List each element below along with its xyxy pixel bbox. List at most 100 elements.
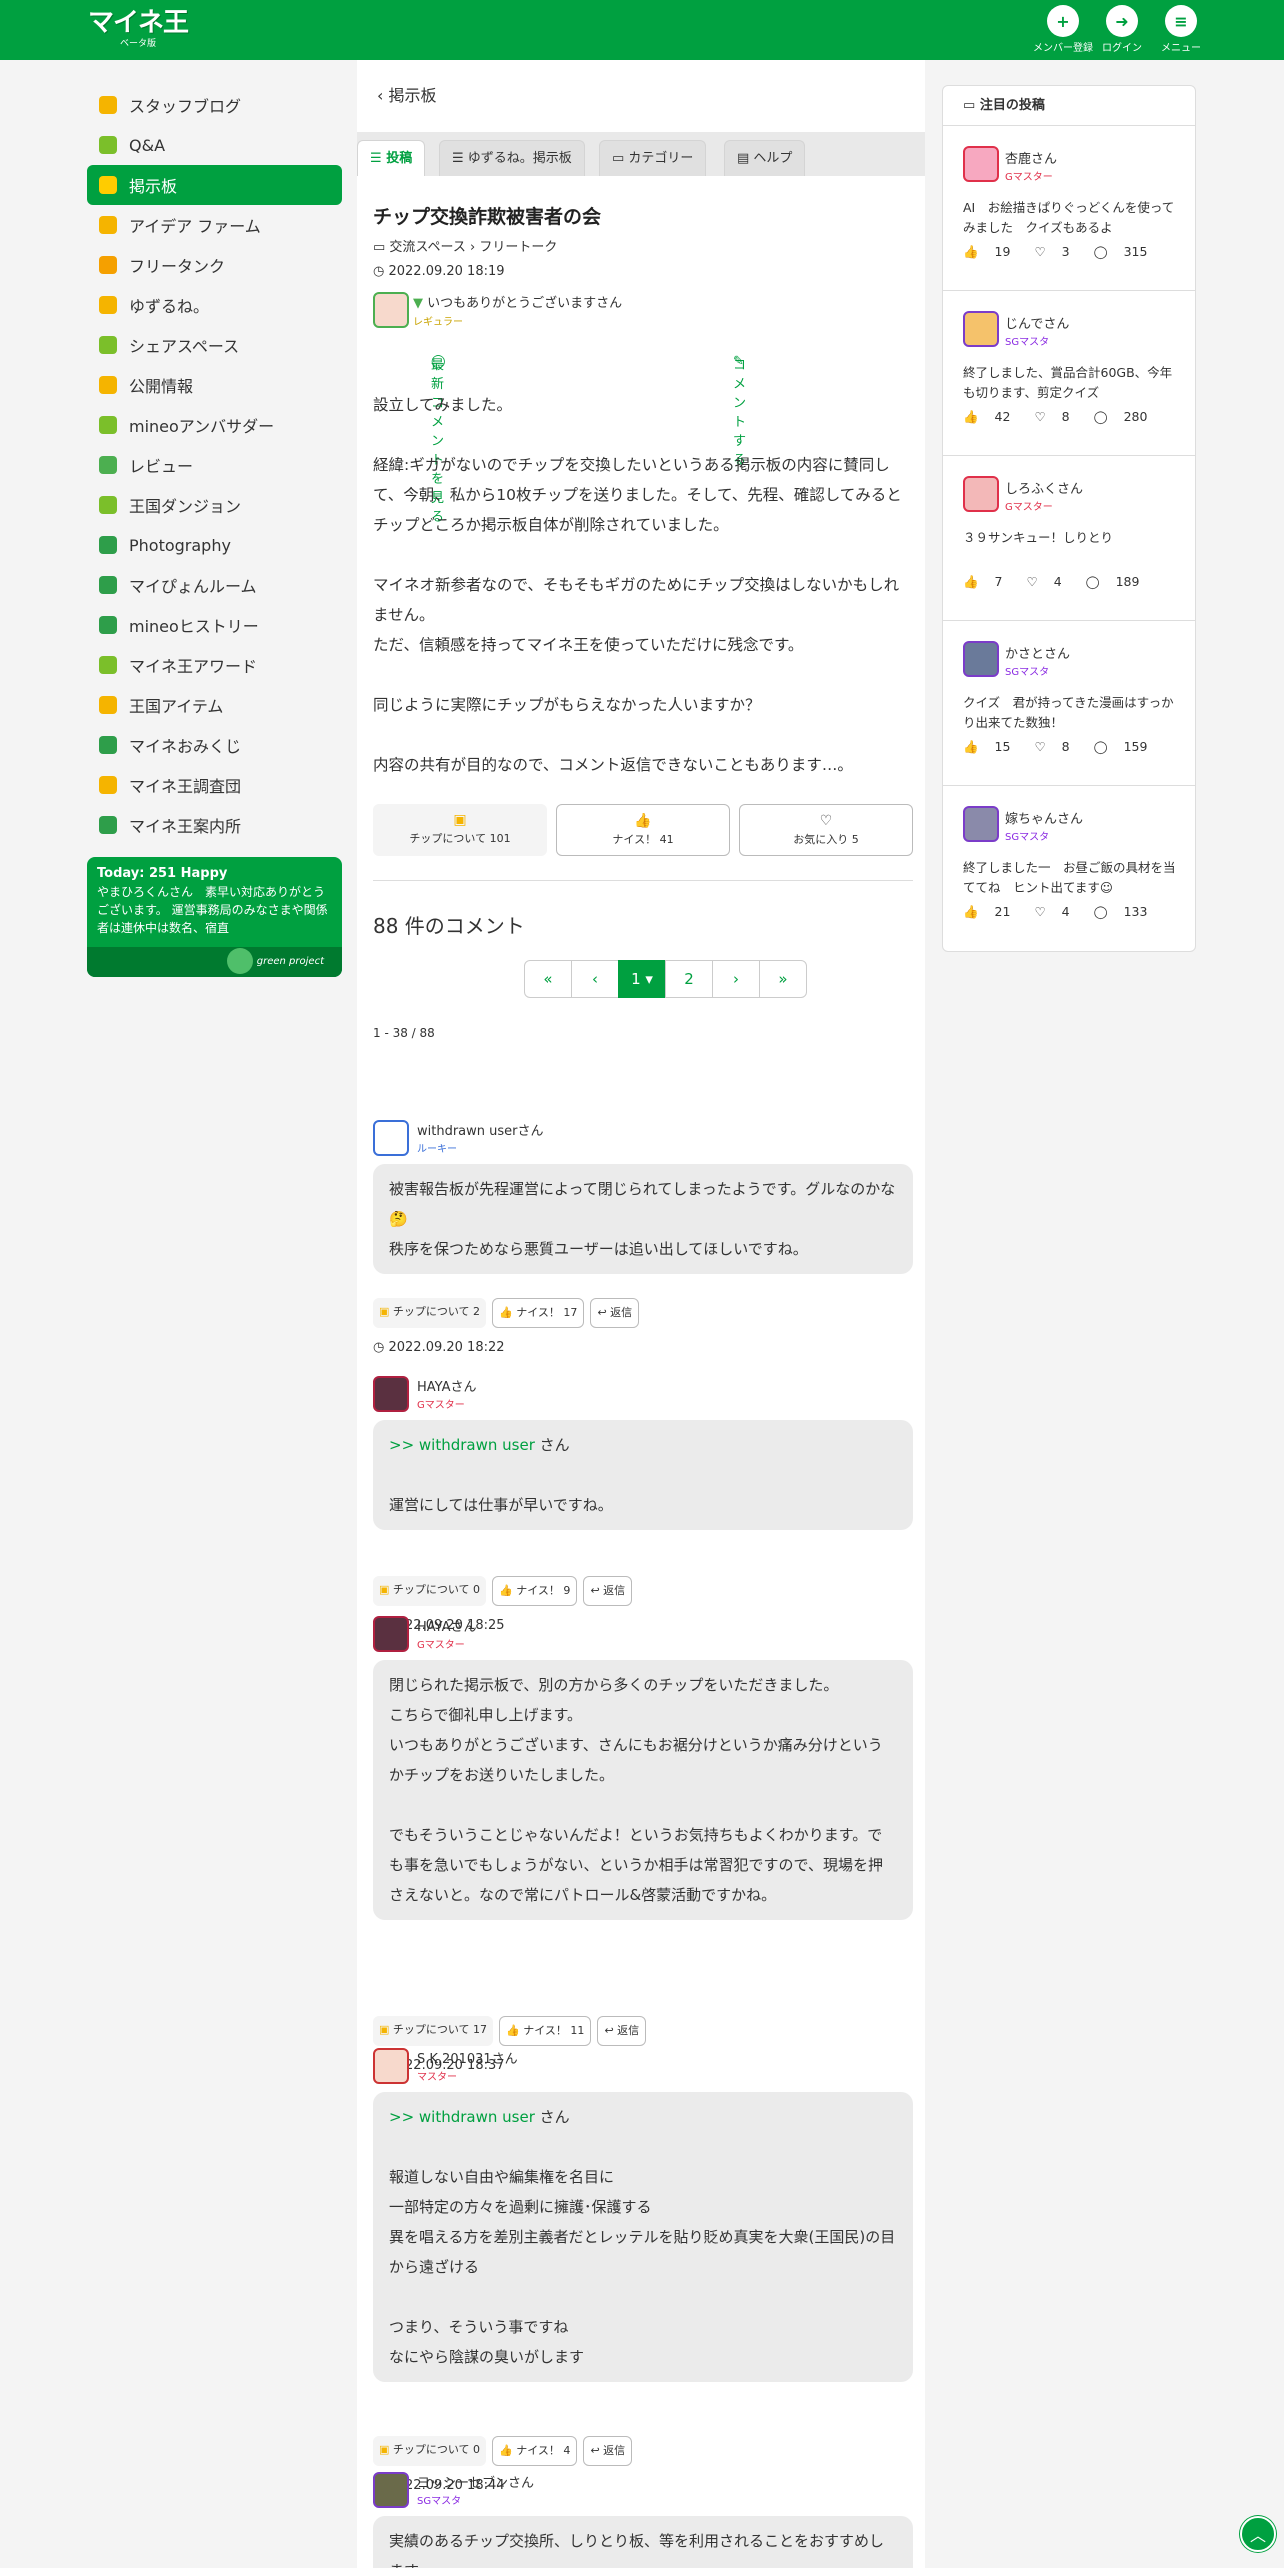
featured-text[interactable]: ３９サンキュー！しりとり: [963, 528, 1181, 548]
tip-button[interactable]: ▣ チップについて 101: [373, 804, 547, 856]
featured-item[interactable]: しろふくさん Gマスター ３９サンキュー！しりとり 👍 7 ♡ 4 ◯ 189: [943, 456, 1195, 621]
sidebar-item[interactable]: アイデア ファーム: [87, 205, 342, 245]
tip-button[interactable]: ▣ チップについて 2: [373, 1298, 487, 1328]
featured-text[interactable]: 終了しました、賞品合計60GB、今年も切ります、剪定クイズ: [963, 363, 1181, 403]
menu-button[interactable]: ≡ メニュー: [1151, 5, 1211, 54]
tab-categories[interactable]: ▭ カテゴリー: [599, 140, 707, 176]
happy-box[interactable]: Today: 251 Happy やまひろくんさん 素早い対応ありがとうございます…: [87, 857, 342, 977]
sidebar-item[interactable]: レビュー: [87, 445, 342, 485]
login-button[interactable]: ➜ ログイン: [1092, 5, 1152, 54]
nice-button[interactable]: 👍 ナイス！ 4: [492, 2436, 578, 2466]
sidebar-item[interactable]: マイぴょんルーム: [87, 565, 342, 605]
next-page-button[interactable]: ›: [712, 960, 760, 998]
tip-button[interactable]: ▣ チップについて 0: [373, 1576, 487, 1606]
avatar[interactable]: [373, 1616, 409, 1652]
sidebar-item[interactable]: 王国アイテム: [87, 685, 342, 725]
featured-author[interactable]: 嫁ちゃんさん: [1005, 808, 1083, 827]
sidebar-item[interactable]: マイネ王調査団: [87, 765, 342, 805]
featured-author[interactable]: じんでさん: [1005, 313, 1069, 332]
comment-bubble: 実績のあるチップ交換所、しりとり板、等を利用されることをおすすめします。: [373, 2516, 913, 2568]
featured-author[interactable]: かさとさん: [1005, 643, 1070, 662]
sidebar-item[interactable]: スタッフブログ: [87, 85, 342, 125]
sidebar-item[interactable]: フリータンク: [87, 245, 342, 285]
avatar[interactable]: [963, 146, 999, 182]
sidebar-item-label: マイネ王アワード: [129, 657, 258, 676]
tip-label: チップについて 0: [392, 2443, 481, 2456]
featured-text[interactable]: クイズ 君が持ってきた漫画はすっかり出来てた数独！: [963, 693, 1181, 733]
avatar[interactable]: [963, 806, 999, 842]
heart-icon: ♡: [1026, 574, 1042, 589]
sidebar-item[interactable]: Q&A: [87, 125, 342, 165]
comment-author[interactable]: S.K.201031さん: [417, 2048, 518, 2067]
sidebar-item[interactable]: 掲示板: [87, 165, 342, 205]
avatar[interactable]: [963, 641, 999, 677]
tab-posts[interactable]: ☰ 投稿: [357, 140, 426, 176]
author-name[interactable]: いつもありがとうございますさん: [427, 296, 622, 311]
reply-to: >> withdrawn user さん: [389, 2102, 897, 2132]
speech-bubble-icon: ◯: [1093, 409, 1112, 424]
avatar[interactable]: [963, 311, 999, 347]
first-page-button[interactable]: «: [524, 960, 572, 998]
featured-text[interactable]: AI お絵描きぱりぐっどくんを使ってみました クイズもあるよ: [963, 198, 1181, 238]
sidebar-item[interactable]: ゆずるね。: [87, 285, 342, 325]
happy-text: やまひろくんさん 素早い対応ありがとうございます。 運営事務局のみなさまや関係者…: [97, 885, 328, 935]
avatar[interactable]: [373, 2048, 409, 2084]
tab-yuzurune-board[interactable]: ☰ ゆずるね。掲示板: [439, 140, 585, 176]
comment-author[interactable]: HAYAさん: [417, 1376, 476, 1395]
reply-button[interactable]: ↩ 返信: [583, 1576, 633, 1606]
featured-author[interactable]: 杏鹿さん: [1005, 148, 1057, 167]
featured-item[interactable]: かさとさん SGマスタ クイズ 君が持ってきた漫画はすっかり出来てた数独！ 👍 15 ♡…: [943, 621, 1195, 786]
page-1-button[interactable]: 1 ▾: [618, 960, 666, 998]
nice-button[interactable]: 👍 ナイス！ 17: [492, 1298, 585, 1328]
avatar[interactable]: [373, 2472, 409, 2508]
sidebar-item[interactable]: マイネ王アワード: [87, 645, 342, 685]
breadcrumb-category[interactable]: 交流スペース: [389, 240, 465, 255]
reply-button[interactable]: ↩ 返信: [597, 2016, 647, 2046]
breadcrumb-subcategory[interactable]: フリートーク: [479, 240, 557, 255]
comment-author[interactable]: withdrawn userさん: [417, 1120, 544, 1139]
avatar[interactable]: [373, 1376, 409, 1412]
comment-line: なにやら陰謀の臭いがします: [389, 2348, 585, 2366]
heart-icon: ♡: [1034, 739, 1050, 754]
page-2-button[interactable]: 2: [665, 960, 713, 998]
sidebar-item[interactable]: Photography: [87, 525, 342, 565]
sidebar-item[interactable]: mineoヒストリー: [87, 605, 342, 645]
sidebar-item[interactable]: マイネおみくじ: [87, 725, 342, 765]
author-avatar[interactable]: [373, 292, 409, 328]
comment-author[interactable]: ヨッシーセブンさん: [417, 2472, 534, 2491]
featured-author[interactable]: しろふくさん: [1005, 478, 1083, 497]
reply-to-link[interactable]: >> withdrawn user: [389, 2108, 535, 2126]
featured-item[interactable]: じんでさん SGマスタ 終了しました、賞品合計60GB、今年も切ります、剪定クイズ 👍…: [943, 291, 1195, 456]
reply-button[interactable]: ↩ 返信: [590, 1298, 640, 1328]
sidebar-item[interactable]: 公開情報: [87, 365, 342, 405]
scroll-to-top-button[interactable]: ︿: [1240, 2516, 1276, 2552]
avatar[interactable]: [963, 476, 999, 512]
featured-text[interactable]: 終了しました一 お昼ご飯の具材を当ててね ヒント出てます☺: [963, 858, 1181, 898]
reply-button[interactable]: ↩ 返信: [583, 2436, 633, 2466]
prev-page-button[interactable]: ‹: [571, 960, 619, 998]
tab-help[interactable]: ▤ ヘルプ: [724, 140, 806, 176]
reply-to-link[interactable]: >> withdrawn user: [389, 1436, 535, 1454]
comment-author[interactable]: HAYAさん: [417, 1616, 476, 1635]
green-project-banner[interactable]: green project: [87, 947, 342, 977]
avatar[interactable]: [373, 1120, 409, 1156]
nice-button[interactable]: 👍 ナイス！ 9: [492, 1576, 578, 1606]
register-button[interactable]: + メンバー登録: [1033, 5, 1093, 54]
site-logo[interactable]: マイネ王 ベータ版: [88, 8, 189, 49]
sidebar-item[interactable]: 王国ダンジョン: [87, 485, 342, 525]
featured-item[interactable]: 嫁ちゃんさん SGマスタ 終了しました一 お昼ご飯の具材を当ててね ヒント出てます☺…: [943, 786, 1195, 951]
nice-label: ナイス！ 9: [516, 1584, 571, 1597]
tip-button[interactable]: ▣ チップについて 0: [373, 2436, 487, 2466]
favorite-button[interactable]: ♡ お気に入り 5: [739, 804, 913, 856]
nice-button[interactable]: 👍 ナイス！ 41: [556, 804, 730, 856]
sidebar-item[interactable]: マイネ王案内所: [87, 805, 342, 845]
last-page-button[interactable]: »: [759, 960, 807, 998]
featured-item[interactable]: 杏鹿さん Gマスター AI お絵描きぱりぐっどくんを使ってみました クイズもあるよ 👍…: [943, 126, 1195, 291]
login-label: ログイン: [1102, 43, 1142, 54]
sidebar-item[interactable]: mineoアンバサダー: [87, 405, 342, 445]
tip-button[interactable]: ▣ チップについて 17: [373, 2016, 494, 2046]
sidebar-item[interactable]: シェアスペース: [87, 325, 342, 365]
sidebar-item-label: マイネ王案内所: [129, 817, 242, 836]
nice-button[interactable]: 👍 ナイス！ 11: [499, 2016, 592, 2046]
back-link[interactable]: ‹ 掲示板: [377, 82, 437, 106]
